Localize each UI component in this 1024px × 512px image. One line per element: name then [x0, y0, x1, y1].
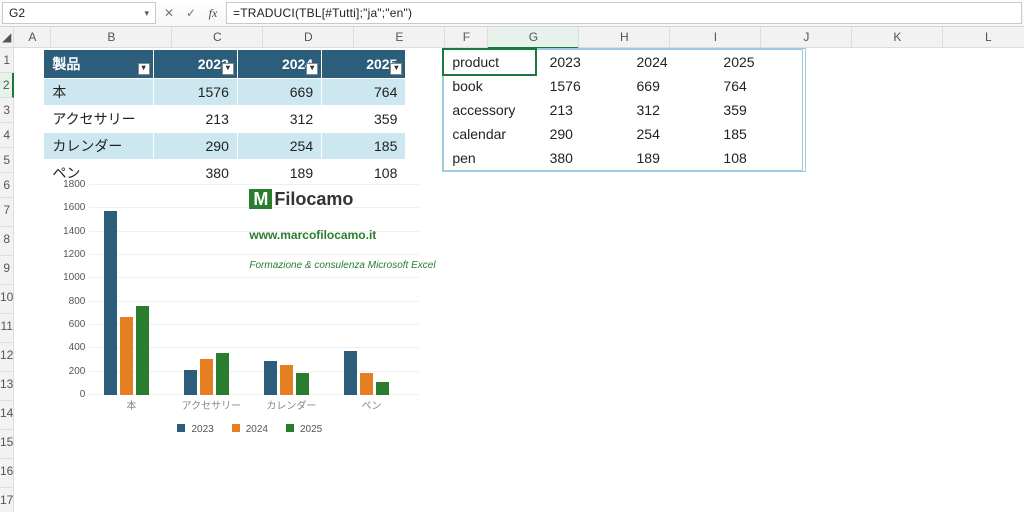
col-header[interactable]: H [579, 27, 670, 48]
col-header[interactable]: E [354, 27, 445, 48]
filter-icon[interactable]: ▾ [222, 63, 234, 75]
row-header[interactable]: 7 [0, 198, 14, 227]
formula-input[interactable]: =TRADUCI(TBL[#Tutti];"ja";"en") [226, 2, 1022, 24]
select-all-corner[interactable]: ◢ [0, 27, 14, 48]
brand-tagline: Formazione & consulenza Microsoft Excel [249, 260, 435, 271]
row-header[interactable]: 2 [0, 73, 14, 98]
table-row[interactable]: book1576669764 [444, 74, 803, 98]
row-header[interactable]: 15 [0, 430, 14, 459]
filter-icon[interactable]: ▾ [138, 63, 150, 75]
table-row[interactable]: アクセサリー213312359 [44, 106, 406, 133]
col-header[interactable]: D [263, 27, 354, 48]
row-header-col: ◢ 1234567891011121314151617 [0, 27, 14, 512]
row-header[interactable]: 6 [0, 173, 14, 198]
row-header[interactable]: 11 [0, 314, 14, 343]
row-header[interactable]: 17 [0, 488, 14, 512]
table-row[interactable]: 本1576669764 [44, 79, 406, 106]
translated-table[interactable]: product202320242025book1576669764accesso… [443, 49, 803, 171]
row-header[interactable]: 12 [0, 343, 14, 372]
row-header[interactable]: 16 [0, 459, 14, 488]
row-header[interactable]: 13 [0, 372, 14, 401]
source-table[interactable]: 製品▾ 2023▾ 2024▾ 2025▾ 本1576669764アクセサリー2… [43, 49, 406, 187]
row-header[interactable]: 8 [0, 227, 14, 256]
formula-bar: G2▾ ✕ ✓ fx =TRADUCI(TBL[#Tutti];"ja";"en… [0, 0, 1024, 27]
row-header[interactable]: 4 [0, 123, 14, 148]
chart-category-label: カレンダー [256, 397, 326, 412]
name-box[interactable]: G2▾ [2, 2, 156, 24]
brand-logo: MFilocamo www.marcofilocamo.it Formazion… [249, 189, 435, 271]
row-header[interactable]: 14 [0, 401, 14, 430]
table-row[interactable]: product202320242025 [444, 50, 803, 75]
col-header[interactable]: F [445, 27, 488, 48]
col-header[interactable]: I [670, 27, 761, 48]
chart-category-label: 本 [96, 397, 166, 412]
filter-icon[interactable]: ▾ [306, 63, 318, 75]
y-axis: 020040060080010001200140016001800 [89, 185, 90, 395]
brand-url: www.marcofilocamo.it [249, 228, 435, 242]
row-header[interactable]: 10 [0, 285, 14, 314]
column-header-row: ABCDEFGHIJKL [14, 27, 1024, 49]
row-header[interactable]: 1 [0, 48, 14, 73]
table-row[interactable]: accessory213312359 [444, 98, 803, 122]
col-header[interactable]: K [852, 27, 943, 48]
col-header[interactable]: L [943, 27, 1024, 48]
accept-icon[interactable]: ✓ [182, 4, 200, 22]
cancel-icon[interactable]: ✕ [160, 4, 178, 22]
col-header[interactable]: G [488, 27, 579, 49]
chart-category-label: アクセサリー [176, 397, 246, 412]
col-header[interactable]: J [761, 27, 852, 48]
col-header[interactable]: B [51, 27, 172, 48]
row-header[interactable]: 3 [0, 98, 14, 123]
table-row[interactable]: カレンダー290254185 [44, 133, 406, 160]
fx-icon[interactable]: fx [204, 4, 222, 22]
worksheet: ◢ 1234567891011121314151617 ABCDEFGHIJKL… [0, 27, 1024, 512]
row-header[interactable]: 9 [0, 256, 14, 285]
chart-legend: 202320242025 [54, 424, 439, 435]
table-row[interactable]: calendar290254185 [444, 122, 803, 146]
filter-icon[interactable]: ▾ [390, 63, 402, 75]
col-header[interactable]: A [14, 27, 51, 48]
cell-grid[interactable]: 製品▾ 2023▾ 2024▾ 2025▾ 本1576669764アクセサリー2… [14, 49, 1008, 512]
name-box-dropdown-icon[interactable]: ▾ [144, 8, 149, 19]
table-row[interactable]: pen380189108 [444, 146, 803, 171]
chart-category-label: ペン [336, 397, 406, 412]
col-header[interactable]: C [172, 27, 263, 48]
row-header[interactable]: 5 [0, 148, 14, 173]
